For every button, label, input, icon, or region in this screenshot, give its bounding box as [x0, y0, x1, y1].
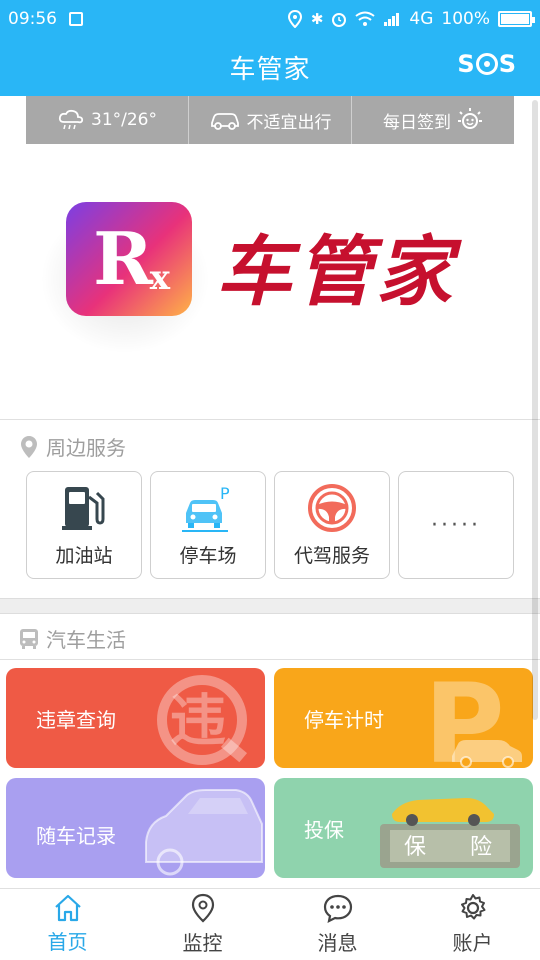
- page-title: 车管家: [229, 54, 311, 85]
- nav-messages[interactable]: 消息: [270, 889, 405, 960]
- app-header: 车管家 SS: [0, 38, 540, 96]
- logo-letter: R: [93, 216, 153, 301]
- nearby-section-header: 周边服务: [18, 432, 126, 461]
- status-right: ✱ 4G 100%: [287, 9, 535, 29]
- nav-home[interactable]: 首页: [0, 889, 135, 960]
- parking-timer-icon: P: [424, 670, 522, 768]
- signal-icon: [384, 13, 400, 26]
- car-life-title: 汽车生活: [46, 628, 126, 652]
- status-bar: 09:56 ✱ 4G 100%: [0, 0, 540, 38]
- weather-cell[interactable]: 31°/26°: [26, 96, 189, 144]
- checkin-sun-icon: [458, 108, 482, 129]
- service-label: 加油站: [55, 544, 113, 567]
- alarm-icon: [332, 13, 347, 27]
- nav-account[interactable]: 账户: [405, 889, 540, 960]
- service-more[interactable]: ·····: [398, 471, 514, 579]
- violation-icon: 违: [157, 675, 248, 765]
- service-designated-driver[interactable]: 代驾服务: [274, 471, 390, 579]
- gear-icon: [460, 894, 485, 920]
- rain-cloud-icon: [58, 109, 84, 130]
- checkin-cell[interactable]: 每日签到: [352, 96, 514, 144]
- car-outline-icon: [210, 113, 239, 130]
- nav-label: 首页: [47, 930, 88, 954]
- checkin-label: 每日签到: [383, 112, 451, 133]
- wifi-icon: [355, 11, 376, 26]
- nav-label: 监控: [182, 931, 223, 955]
- car-life-section-header: 汽车生活: [18, 624, 126, 653]
- battery-fill: [501, 14, 529, 24]
- brand-name: 车管家: [216, 227, 456, 316]
- sos-target-icon: [475, 53, 498, 75]
- weather-temp: 31°/26°: [91, 110, 157, 130]
- car-record-icon: [145, 789, 263, 876]
- bottom-nav: 首页 监控 消息 账户: [0, 888, 540, 960]
- tile-label: 投保: [304, 818, 344, 842]
- gas-station-icon: [62, 486, 105, 530]
- tile-label: 停车计时: [304, 708, 384, 732]
- travel-advice: 不适宜出行: [246, 112, 332, 133]
- app-logo: R x: [66, 202, 192, 316]
- svg-text:违: 违: [170, 689, 226, 754]
- tile-car-record[interactable]: 随车记录: [6, 778, 265, 878]
- network-type: 4G: [409, 9, 434, 29]
- nearby-services: 加油站 P 停车场 代驾服务 ·····: [26, 471, 514, 579]
- location-icon: [287, 10, 302, 28]
- logo-sub-letter: x: [149, 258, 170, 298]
- tile-label: 随车记录: [36, 824, 116, 848]
- info-bar: 31°/26° 不适宜出行 每日签到: [26, 96, 514, 144]
- nav-label: 账户: [452, 931, 493, 955]
- insurance-icon: 保险: [380, 798, 520, 868]
- bluetooth-icon: ✱: [310, 10, 324, 28]
- tile-label: 违章查询: [36, 708, 116, 732]
- steering-wheel-icon: [308, 483, 356, 532]
- status-time: 09:56: [8, 9, 57, 29]
- parking-car-icon: P: [182, 484, 230, 532]
- svg-text:P: P: [220, 484, 230, 503]
- nav-monitor[interactable]: 监控: [135, 889, 270, 960]
- sos-letter-s2: S: [498, 50, 516, 78]
- more-icon: ·····: [431, 512, 481, 538]
- service-label: 代驾服务: [293, 544, 370, 567]
- svg-text:保: 保: [404, 835, 426, 860]
- service-parking[interactable]: P 停车场: [150, 471, 266, 579]
- service-label: 停车场: [179, 544, 237, 567]
- tile-violation-query[interactable]: 违 违章查询: [6, 668, 265, 768]
- location-pin-icon: [21, 435, 37, 458]
- service-gas-station[interactable]: 加油站: [26, 471, 142, 579]
- travel-cell[interactable]: 不适宜出行: [189, 96, 352, 144]
- svg-text:险: 险: [470, 835, 492, 860]
- section-separator: [0, 598, 540, 614]
- divider: [0, 419, 540, 420]
- nearby-title: 周边服务: [46, 436, 126, 460]
- sos-letter-s1: S: [457, 50, 475, 78]
- tile-insurance[interactable]: 保险 投保: [274, 778, 533, 878]
- screenshot-icon: [69, 12, 83, 26]
- message-icon: [323, 894, 352, 923]
- sos-button[interactable]: SS: [457, 50, 516, 78]
- home-icon: [54, 894, 81, 922]
- nav-label: 消息: [317, 931, 358, 955]
- divider: [0, 659, 540, 660]
- location-pin-icon: [191, 893, 214, 923]
- bus-icon: [20, 628, 38, 649]
- brand-banner: R x 车管家: [0, 144, 540, 420]
- scrollbar[interactable]: [532, 100, 538, 720]
- battery-percent: 100%: [441, 9, 490, 29]
- tile-parking-timer[interactable]: P 停车计时: [274, 668, 533, 768]
- battery-icon: [498, 11, 535, 27]
